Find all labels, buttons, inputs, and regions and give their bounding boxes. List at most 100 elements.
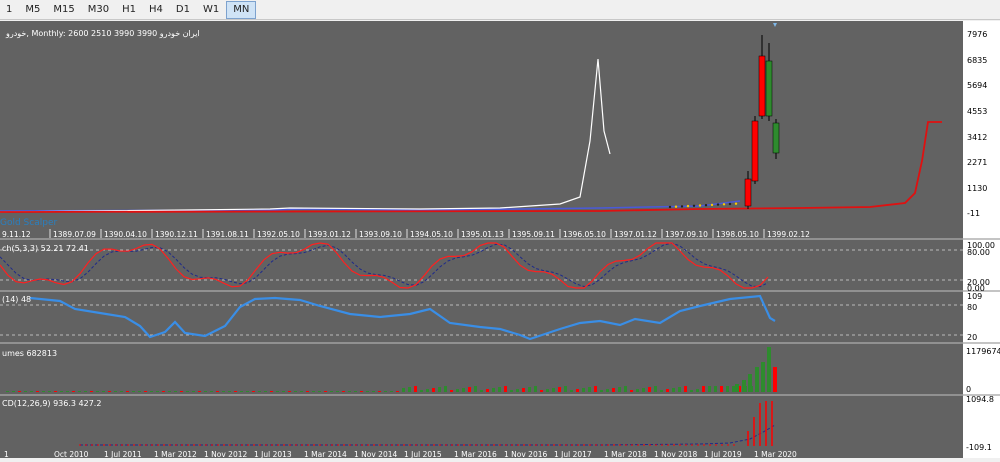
volume-bar [354, 391, 357, 392]
price-tick-label: 1130 [967, 184, 987, 193]
volume-bar [708, 386, 711, 392]
indicator-name: Gold Scalper [0, 218, 58, 228]
volume-bar [84, 391, 87, 392]
signal-marker [674, 205, 678, 208]
volume-bar [420, 390, 423, 392]
volume-bar [696, 389, 699, 392]
stoch-label: ch(5,3,3) 52.21 72.41 [2, 244, 89, 253]
timeframe-button-1[interactable]: 1 [0, 1, 18, 19]
candle-body [758, 55, 766, 117]
volume-bar [558, 387, 561, 392]
volume-bar [540, 390, 543, 392]
volume-bar [6, 391, 9, 392]
volume-bar [384, 391, 387, 392]
volume-bar [426, 389, 429, 392]
volume-bar [204, 391, 207, 392]
volumes-axis-label: 1179674 [966, 347, 1000, 356]
bottom-date-label: 1 Nov 2016 [504, 450, 547, 458]
volume-bar [66, 391, 69, 392]
timeframe-button-d1[interactable]: D1 [170, 1, 196, 19]
bottom-date-label: Oct 2010 [54, 450, 89, 458]
volume-bar [438, 387, 441, 392]
chart-canvas[interactable]: 7976 6835 5694 4553 3412 2271 1130 -11 9.11.12 13… [0, 21, 1000, 459]
volume-bar [42, 391, 45, 392]
timeframe-button-m30[interactable]: M30 [82, 1, 115, 19]
candle-body [772, 122, 780, 154]
volume-bar [612, 388, 615, 392]
bottom-date-label: 1 Jul 2017 [554, 450, 592, 458]
timeframe-button-h4[interactable]: H4 [143, 1, 169, 19]
volume-bar [276, 391, 279, 392]
volume-bar [642, 388, 645, 392]
volume-bar [522, 388, 525, 392]
volume-bar [516, 389, 519, 392]
volume-bar [390, 391, 393, 392]
volume-bar [36, 391, 39, 392]
volume-bar [468, 387, 471, 392]
volume-bar [240, 391, 243, 392]
rsi-line [29, 294, 776, 341]
volume-bar [336, 391, 339, 392]
volume-bar [761, 362, 765, 392]
volume-bar [372, 391, 375, 392]
timeframe-button-w1[interactable]: W1 [197, 1, 225, 19]
macd-axis-label: 1094.8 [966, 395, 994, 404]
signal-marker [710, 203, 714, 207]
rsi-axis-label: 109 [967, 292, 982, 301]
volume-bar [342, 391, 345, 392]
bottom-date-label: 1 Mar 2016 [454, 450, 497, 458]
date-label: 1391.08.11 [206, 230, 249, 239]
volume-bar [252, 391, 255, 392]
date-label: 9.11.12 [2, 230, 31, 239]
volume-bar [672, 388, 675, 392]
volume-bar [714, 386, 717, 392]
volume-bar [138, 391, 141, 392]
volume-bar [150, 391, 153, 392]
volume-bar [306, 391, 309, 392]
signal-marker [722, 203, 726, 206]
chart-area[interactable]: 7976 6835 5694 4553 3412 2271 1130 -11 9.11.12 13… [0, 21, 1000, 459]
bottom-date-label: 1 Mar 2014 [304, 450, 347, 458]
macd-label: CD(12,26,9) 936.3 427.2 [2, 399, 102, 408]
volume-bar [408, 387, 411, 392]
volume-bar [570, 390, 573, 392]
volume-bar [456, 389, 459, 392]
volume-bar [114, 391, 117, 392]
date-label: 1390.12.11 [155, 230, 198, 239]
volume-bar [78, 391, 81, 392]
volume-bar [102, 391, 105, 392]
volume-bar [18, 391, 21, 392]
date-label: 1393.01.12 [308, 230, 351, 239]
date-label: 1398.05.10 [716, 230, 759, 239]
volume-bar [282, 391, 285, 392]
volume-bar [120, 391, 123, 392]
volume-bar [474, 386, 477, 392]
volume-bar [162, 391, 165, 392]
date-label: 1397.01.12 [614, 230, 657, 239]
volume-bar [564, 386, 567, 392]
bottom-date-label: 1 Nov 2014 [354, 450, 397, 458]
stoch-axis-label: 80.00 [967, 248, 990, 257]
volume-bar [132, 391, 135, 392]
volume-bar [726, 386, 729, 392]
signal-marker [668, 205, 672, 209]
volume-bar [186, 391, 189, 392]
shift-marker-icon [773, 23, 777, 27]
signal-marker [704, 204, 708, 207]
volume-bar [414, 386, 417, 392]
candle-body [765, 60, 773, 117]
signal-marker [734, 202, 738, 205]
ma-line-blue [0, 200, 741, 212]
volume-bar [504, 386, 507, 392]
volume-bar [96, 391, 99, 392]
timeframe-button-h1[interactable]: H1 [116, 1, 142, 19]
volume-bar [678, 387, 681, 392]
timeframe-button-mn[interactable]: MN [226, 0, 257, 19]
volume-bar [684, 386, 687, 392]
volume-bar [624, 386, 627, 392]
volume-bar [594, 386, 597, 392]
timeframe-button-m5[interactable]: M5 [19, 1, 46, 19]
bottom-date-label: 1 Nov 2012 [204, 450, 247, 458]
bottom-date-label: 1 Mar 2020 [754, 450, 797, 458]
timeframe-button-m15[interactable]: M15 [47, 1, 80, 19]
